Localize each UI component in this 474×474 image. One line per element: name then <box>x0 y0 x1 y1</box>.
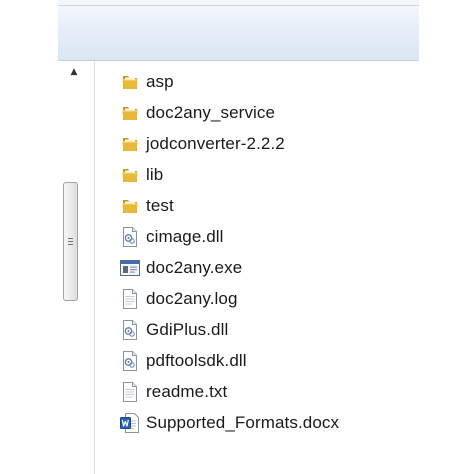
text-file-icon <box>120 288 140 310</box>
file-name: test <box>146 195 174 215</box>
list-item[interactable]: pdftoolsdk.dll <box>120 345 339 376</box>
file-name: Supported_Formats.docx <box>146 412 340 432</box>
list-item[interactable]: cimage.dll <box>120 221 339 252</box>
navigation-pane[interactable]: ▲ <box>58 61 96 474</box>
list-item[interactable]: Supported_Formats.docx <box>120 407 339 438</box>
exe-file-icon <box>120 257 140 279</box>
folder-icon <box>120 195 140 217</box>
folder-icon <box>120 71 140 93</box>
dll-file-icon <box>120 226 140 248</box>
file-name: readme.txt <box>146 381 228 401</box>
folder-icon <box>120 102 140 124</box>
list-item[interactable]: GdiPlus.dll <box>120 314 339 345</box>
list-item[interactable]: test <box>120 190 339 221</box>
folder-icon <box>120 133 140 155</box>
dll-file-icon <box>120 319 140 341</box>
folder-icon <box>120 164 140 186</box>
list-item[interactable]: asp <box>120 66 339 97</box>
list-item[interactable]: readme.txt <box>120 376 339 407</box>
list-item[interactable]: jodconverter-2.2.2 <box>120 128 339 159</box>
pane-divider <box>94 61 95 474</box>
file-name: lib <box>146 164 164 184</box>
dll-file-icon <box>120 350 140 372</box>
list-item[interactable]: doc2any.log <box>120 283 339 314</box>
list-item[interactable]: lib <box>120 159 339 190</box>
list-item[interactable]: doc2any_service <box>120 97 339 128</box>
file-name: doc2any_service <box>146 102 276 122</box>
scroll-up-arrow-icon[interactable]: ▲ <box>66 66 82 78</box>
file-name: doc2any.exe <box>146 257 243 277</box>
toolbar <box>58 6 419 61</box>
file-name: GdiPlus.dll <box>146 319 229 339</box>
file-name: pdftoolsdk.dll <box>146 350 247 370</box>
word-document-icon <box>120 412 140 434</box>
file-name: cimage.dll <box>146 226 224 246</box>
file-name: doc2any.log <box>146 288 238 308</box>
list-item[interactable]: doc2any.exe <box>120 252 339 283</box>
file-name: asp <box>146 71 174 91</box>
text-file-icon <box>120 381 140 403</box>
file-list: asp doc2any_service jodconverter-2.2.2 l… <box>120 66 339 438</box>
scrollbar-thumb[interactable] <box>63 182 78 301</box>
file-name: jodconverter-2.2.2 <box>146 133 285 153</box>
explorer-window: ▲ asp doc2any_service jodconverter-2.2.2… <box>58 0 419 474</box>
grip-icon <box>68 238 73 245</box>
